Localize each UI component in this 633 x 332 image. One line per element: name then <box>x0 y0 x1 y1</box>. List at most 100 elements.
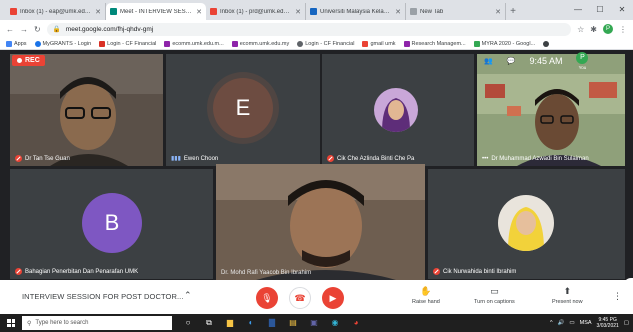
camera-toggle-button[interactable]: ▶ <box>322 287 344 309</box>
camera-off-icon: ▶ <box>329 292 337 303</box>
bookmark-cf-financial-2[interactable]: Login - CF Financial <box>297 40 355 47</box>
browser-tab-gmail-prd[interactable]: Inbox (1) - prd@umk.edu.my ✕ <box>206 3 306 20</box>
microphone-toggle-button[interactable]: 🎙 <box>256 287 278 309</box>
participant-tile[interactable]: B Bahagian Penerbitan Dan Penarafan UMK <box>10 169 213 279</box>
tab-title: Universiti Malaysia Kelantan <box>320 8 393 15</box>
notifications-icon[interactable]: ▢ <box>624 320 629 326</box>
recording-badge: REC <box>12 55 45 66</box>
forward-icon[interactable]: → <box>20 25 28 34</box>
mic-off-icon <box>15 155 22 162</box>
participant-name: Cik Che Azlinda Binti Che Pa <box>327 155 414 162</box>
close-icon[interactable]: ✕ <box>395 8 401 16</box>
browser-tab-newtab[interactable]: New Tab ✕ <box>406 3 506 20</box>
close-window-icon[interactable]: ✕ <box>611 0 633 20</box>
bookmark-apps[interactable]: Apps <box>6 40 27 47</box>
lock-icon: 🔒 <box>52 26 61 33</box>
leave-call-button[interactable]: ☎ <box>289 287 311 309</box>
browser-tab-meet[interactable]: Meet - INTERVIEW SESSIO ✕ <box>106 3 206 20</box>
word-icon[interactable]: ▇ <box>266 318 278 328</box>
participant-video <box>10 54 163 166</box>
teams-icon[interactable]: ▣ <box>308 318 320 328</box>
maximize-icon[interactable]: ☐ <box>589 0 611 20</box>
new-tab-button[interactable]: + <box>506 3 520 20</box>
bookmark-favicon-icon <box>403 40 410 47</box>
close-icon[interactable]: ✕ <box>196 8 202 16</box>
bookmark-ecomm-1[interactable]: ecomm.umk.edu.m... <box>164 40 224 47</box>
reload-icon[interactable]: ↻ <box>34 25 41 34</box>
tab-title: Inbox (1) - eap@umk.edu.my <box>20 8 93 15</box>
participant-tile[interactable]: Cik Nurwahida binti Ibrahim <box>428 169 625 279</box>
mic-off-icon <box>433 268 440 275</box>
bookmark-label: Login - CF Financial <box>107 40 157 47</box>
browser-tab-gmail-eap[interactable]: Inbox (1) - eap@umk.edu.my ✕ <box>6 3 106 20</box>
window-controls: — ☐ ✕ <box>567 0 633 20</box>
back-icon[interactable]: ← <box>6 25 14 34</box>
bookmark-favicon-icon <box>231 40 238 47</box>
browser-tab-umk[interactable]: Universiti Malaysia Kelantan ✕ <box>306 3 406 20</box>
more-dots-icon[interactable]: ••• <box>482 156 488 162</box>
windows-taskbar: ⚲ Type here to search ○ ⧉ ▆ ◐ ▇ ▤ ▣ ◉ ◕ … <box>0 314 633 332</box>
participant-name-label: Dr Tan Tse Guan <box>25 155 70 162</box>
raise-hand-button[interactable]: ✋ Raise hand <box>412 286 440 305</box>
menu-dots-icon[interactable]: ⋮ <box>619 25 627 34</box>
volume-icon[interactable]: 🔊 <box>558 320 565 326</box>
extensions-icon[interactable]: ✱ <box>590 25 597 34</box>
bookmarks-bar: Apps MyGRANTS - Login Login - CF Financi… <box>0 38 633 50</box>
bookmark-label: Apps <box>14 40 27 47</box>
bookmark-ecomm-2[interactable]: ecomm.umk.edu.my <box>231 40 289 47</box>
chat-icon[interactable]: 💬 <box>507 57 516 65</box>
participant-tile[interactable]: E ▮▮▮ Ewen Choon <box>166 54 320 166</box>
participant-tile[interactable]: Dr. Mohd Rafi Yaacob Bin Ibrahim <box>216 164 425 280</box>
start-button[interactable] <box>0 314 22 332</box>
bookmark-globe[interactable] <box>543 40 550 47</box>
chevron-up-icon[interactable]: ⌃ <box>184 290 192 301</box>
participant-name: Dr Tan Tse Guan <box>15 155 70 162</box>
taskbar-clock[interactable]: 9:45 PG 3/03/2021 <box>597 317 619 330</box>
bookmark-gmail-umk[interactable]: gmail umk <box>362 40 396 47</box>
close-icon[interactable]: ✕ <box>95 8 101 16</box>
avatar-photo <box>374 88 418 132</box>
captions-button[interactable]: ▭ Turn on captions <box>474 286 515 305</box>
mic-off-icon <box>15 268 22 275</box>
folder-icon[interactable]: ▤ <box>287 318 299 328</box>
bookmark-label: gmail umk <box>370 40 396 47</box>
more-options-icon[interactable]: ⋮ <box>613 291 622 302</box>
self-avatar: P <box>576 52 589 64</box>
profile-avatar[interactable]: P <box>603 24 613 34</box>
url-field[interactable]: 🔒 meet.google.com/fhj-qhdv-gmj <box>46 22 572 36</box>
task-view-icon[interactable]: ⧉ <box>203 318 215 328</box>
participant-tile[interactable]: ••• Dr Muhammad Azwadi Bin Sulaiman <box>477 54 625 166</box>
hang-up-icon: ☎ <box>294 292 306 303</box>
star-icon[interactable]: ☆ <box>577 25 584 34</box>
present-now-button[interactable]: ⬆ Present now <box>552 286 583 305</box>
globe-icon <box>543 40 550 47</box>
bookmark-mygrants[interactable]: MyGRANTS - Login <box>34 40 91 47</box>
taskbar-search-input[interactable]: ⚲ Type here to search <box>22 316 172 330</box>
bookmark-research[interactable]: Research Managem... <box>403 40 466 47</box>
bookmark-label: Login - CF Financial <box>305 40 355 47</box>
globe-icon <box>297 40 304 47</box>
tray-chevron-icon[interactable]: ^ <box>550 320 553 326</box>
bookmark-myra[interactable]: MYRA 2020 - Googl... <box>473 40 535 47</box>
windows-logo-icon <box>7 319 15 327</box>
chrome-icon[interactable]: ◕ <box>350 318 362 328</box>
cortana-icon[interactable]: ○ <box>182 318 194 328</box>
close-icon[interactable]: ✕ <box>295 8 301 16</box>
people-icon[interactable]: 👥 <box>484 57 493 65</box>
avatar <box>498 195 554 251</box>
meet-control-bar: INTERVIEW SESSION FOR POST DOCTOR... ⌃ 🎙… <box>0 280 633 314</box>
participant-tile[interactable]: Dr Tan Tse Guan <box>10 54 163 166</box>
meeting-title[interactable]: INTERVIEW SESSION FOR POST DOCTOR... <box>22 292 184 301</box>
network-icon[interactable]: ▭ <box>569 320 574 326</box>
file-explorer-icon[interactable]: ▆ <box>224 318 236 328</box>
language-indicator[interactable]: MSA <box>580 320 592 326</box>
close-icon[interactable]: ✕ <box>495 8 501 16</box>
bookmark-cf-financial[interactable]: Login - CF Financial <box>99 40 157 47</box>
self-indicator: P You <box>576 52 589 70</box>
edge-icon[interactable]: ◐ <box>245 318 257 328</box>
minimize-icon[interactable]: — <box>567 0 589 20</box>
clock-date: 3/03/2021 <box>596 323 619 329</box>
participant-tile[interactable]: Cik Che Azlinda Binti Che Pa <box>322 54 474 166</box>
edge-chromium-icon[interactable]: ◉ <box>329 318 341 328</box>
search-placeholder: Type here to search <box>35 320 89 326</box>
